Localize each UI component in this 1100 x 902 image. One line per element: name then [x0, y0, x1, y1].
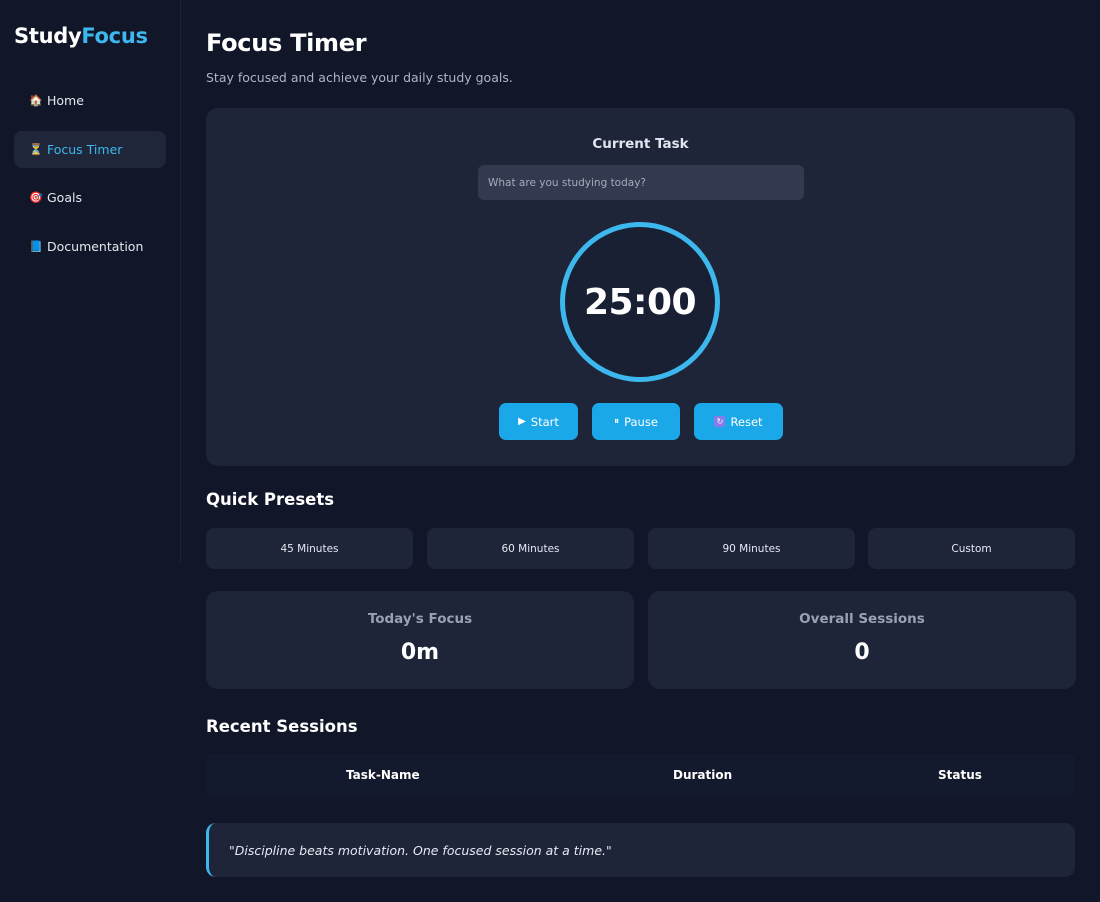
target-icon: 🎯 — [29, 191, 43, 204]
play-icon: ▶ — [518, 416, 526, 427]
hourglass-icon: ⏳ — [29, 142, 43, 156]
reset-icon: ↻ — [714, 416, 726, 427]
sidebar-item-label: Documentation — [47, 238, 144, 254]
column-header-duration: Duration — [673, 768, 733, 782]
brand-part-study: Study — [14, 24, 82, 48]
quick-presets-title: Quick Presets — [206, 490, 335, 509]
timer-card: Current Task 25:00 ▶ Start ⏸ Pause ↻ Res… — [206, 108, 1075, 466]
timer-dial: 25:00 — [560, 222, 720, 382]
sidebar-item-goals[interactable]: 🎯 Goals — [14, 179, 166, 216]
brand-part-focus: Focus — [81, 24, 148, 48]
overall-sessions-card: Overall Sessions 0 — [648, 591, 1076, 689]
reset-button-label: Reset — [730, 414, 763, 429]
page-title: Focus Timer — [206, 29, 367, 57]
brand-logo[interactable]: StudyFocus — [14, 24, 148, 48]
sidebar-item-label: Goals — [47, 190, 82, 205]
reset-button[interactable]: ↻ Reset — [694, 403, 783, 440]
today-focus-label: Today's Focus — [367, 611, 473, 627]
overall-sessions-value: 0 — [854, 640, 870, 665]
sessions-table-header: Task-Name Duration Status — [206, 754, 1075, 796]
preset-90-minutes[interactable]: 90 Minutes — [648, 528, 855, 569]
column-header-task-name: Task-Name — [346, 768, 420, 782]
book-icon: 📘 — [29, 239, 43, 253]
current-task-label: Current Task — [592, 136, 689, 152]
motivational-quote: "Discipline beats motivation. One focuse… — [206, 823, 1075, 877]
today-focus-card: Today's Focus 0m — [206, 591, 634, 689]
preset-custom[interactable]: Custom — [868, 528, 1075, 569]
column-header-status: Status — [938, 768, 982, 782]
house-icon: 🏠 — [29, 94, 43, 107]
pause-button-label: Pause — [624, 414, 658, 429]
start-button[interactable]: ▶ Start — [499, 403, 578, 440]
sidebar-item-focus-timer[interactable]: ⏳ Focus Timer — [14, 130, 166, 168]
sidebar-item-label: Home — [47, 93, 84, 108]
today-focus-value: 0m — [400, 640, 440, 665]
recent-sessions-title: Recent Sessions — [206, 717, 358, 736]
start-button-label: Start — [530, 414, 559, 429]
pause-icon: ⏸ — [614, 416, 620, 427]
sidebar-item-documentation[interactable]: 📘 Documentation — [14, 228, 166, 265]
app: StudyFocus 🏠 Home ⏳ Focus Timer 🎯 Goals … — [0, 0, 1100, 902]
page-subtitle: Stay focused and achieve your daily stud… — [206, 70, 513, 85]
pause-button[interactable]: ⏸ Pause — [592, 403, 680, 440]
sidebar-item-label: Focus Timer — [47, 141, 123, 157]
sidebar-item-home[interactable]: 🏠 Home — [14, 82, 166, 119]
preset-60-minutes[interactable]: 60 Minutes — [427, 528, 634, 569]
timer-display: 25:00 — [583, 281, 697, 323]
current-task-input[interactable] — [478, 165, 804, 200]
preset-45-minutes[interactable]: 45 Minutes — [206, 528, 413, 569]
sidebar: StudyFocus 🏠 Home ⏳ Focus Timer 🎯 Goals … — [0, 0, 181, 563]
sidebar-nav: 🏠 Home ⏳ Focus Timer 🎯 Goals 📘 Documenta… — [14, 82, 166, 276]
overall-sessions-label: Overall Sessions — [799, 611, 925, 627]
